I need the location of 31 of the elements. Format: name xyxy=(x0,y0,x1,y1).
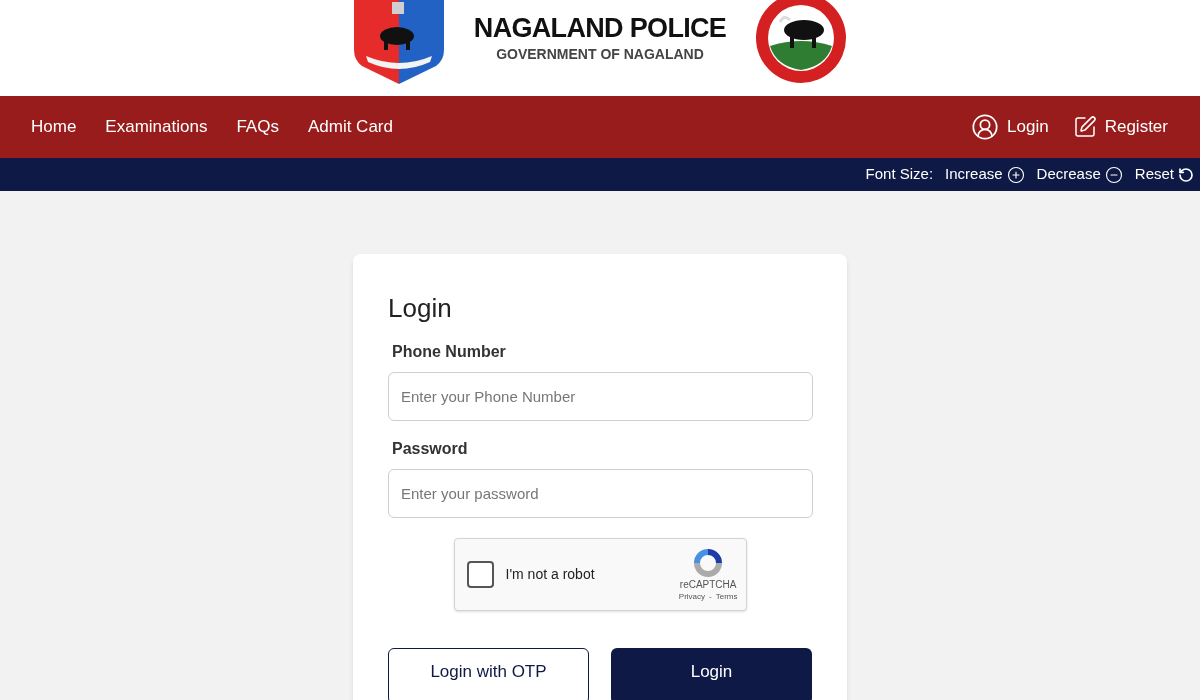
site-title: NAGALAND POLICE xyxy=(473,12,727,44)
nav-link[interactable]: Examinations xyxy=(105,114,208,140)
field-label: Password xyxy=(391,439,469,459)
link-separator: - xyxy=(709,590,712,603)
font-size-label: Font Size: xyxy=(865,164,934,185)
nav-link[interactable]: FAQs xyxy=(236,114,279,140)
otp-login-button[interactable]: Login with OTP xyxy=(388,648,589,700)
privacy-link[interactable]: Privacy xyxy=(678,590,706,603)
plus-icon xyxy=(1006,165,1025,184)
font-size-button[interactable]: Reset xyxy=(1134,163,1194,186)
site-subtitle: GOVERNMENT OF NAGALAND xyxy=(496,45,704,64)
user-icon xyxy=(971,113,1000,141)
nav-link[interactable]: Admit Card xyxy=(307,114,393,140)
login-button[interactable]: Login xyxy=(611,648,812,700)
reset-icon xyxy=(1178,166,1194,183)
minus-icon xyxy=(1104,165,1123,184)
terms-link[interactable]: Terms xyxy=(715,590,738,603)
captcha-checkbox[interactable] xyxy=(466,561,494,588)
edit-icon xyxy=(1072,115,1097,139)
login-title: Login xyxy=(388,292,453,324)
captcha-label: I'm not a robot xyxy=(505,565,595,584)
nav-action-link[interactable]: Login xyxy=(971,113,1049,141)
nav-link[interactable]: Home xyxy=(31,114,77,140)
field-label: Phone Number xyxy=(391,342,507,362)
input-field[interactable]: Enter your password xyxy=(388,469,813,518)
font-size-button[interactable]: Increase xyxy=(945,163,1025,186)
nav-action-link[interactable]: Register xyxy=(1072,114,1168,140)
font-size-button[interactable]: Decrease xyxy=(1036,163,1123,186)
recaptcha-brand: reCAPTCHA xyxy=(679,578,737,591)
input-field[interactable]: Enter your Phone Number xyxy=(388,372,813,421)
recaptcha-logo-icon xyxy=(692,546,725,579)
